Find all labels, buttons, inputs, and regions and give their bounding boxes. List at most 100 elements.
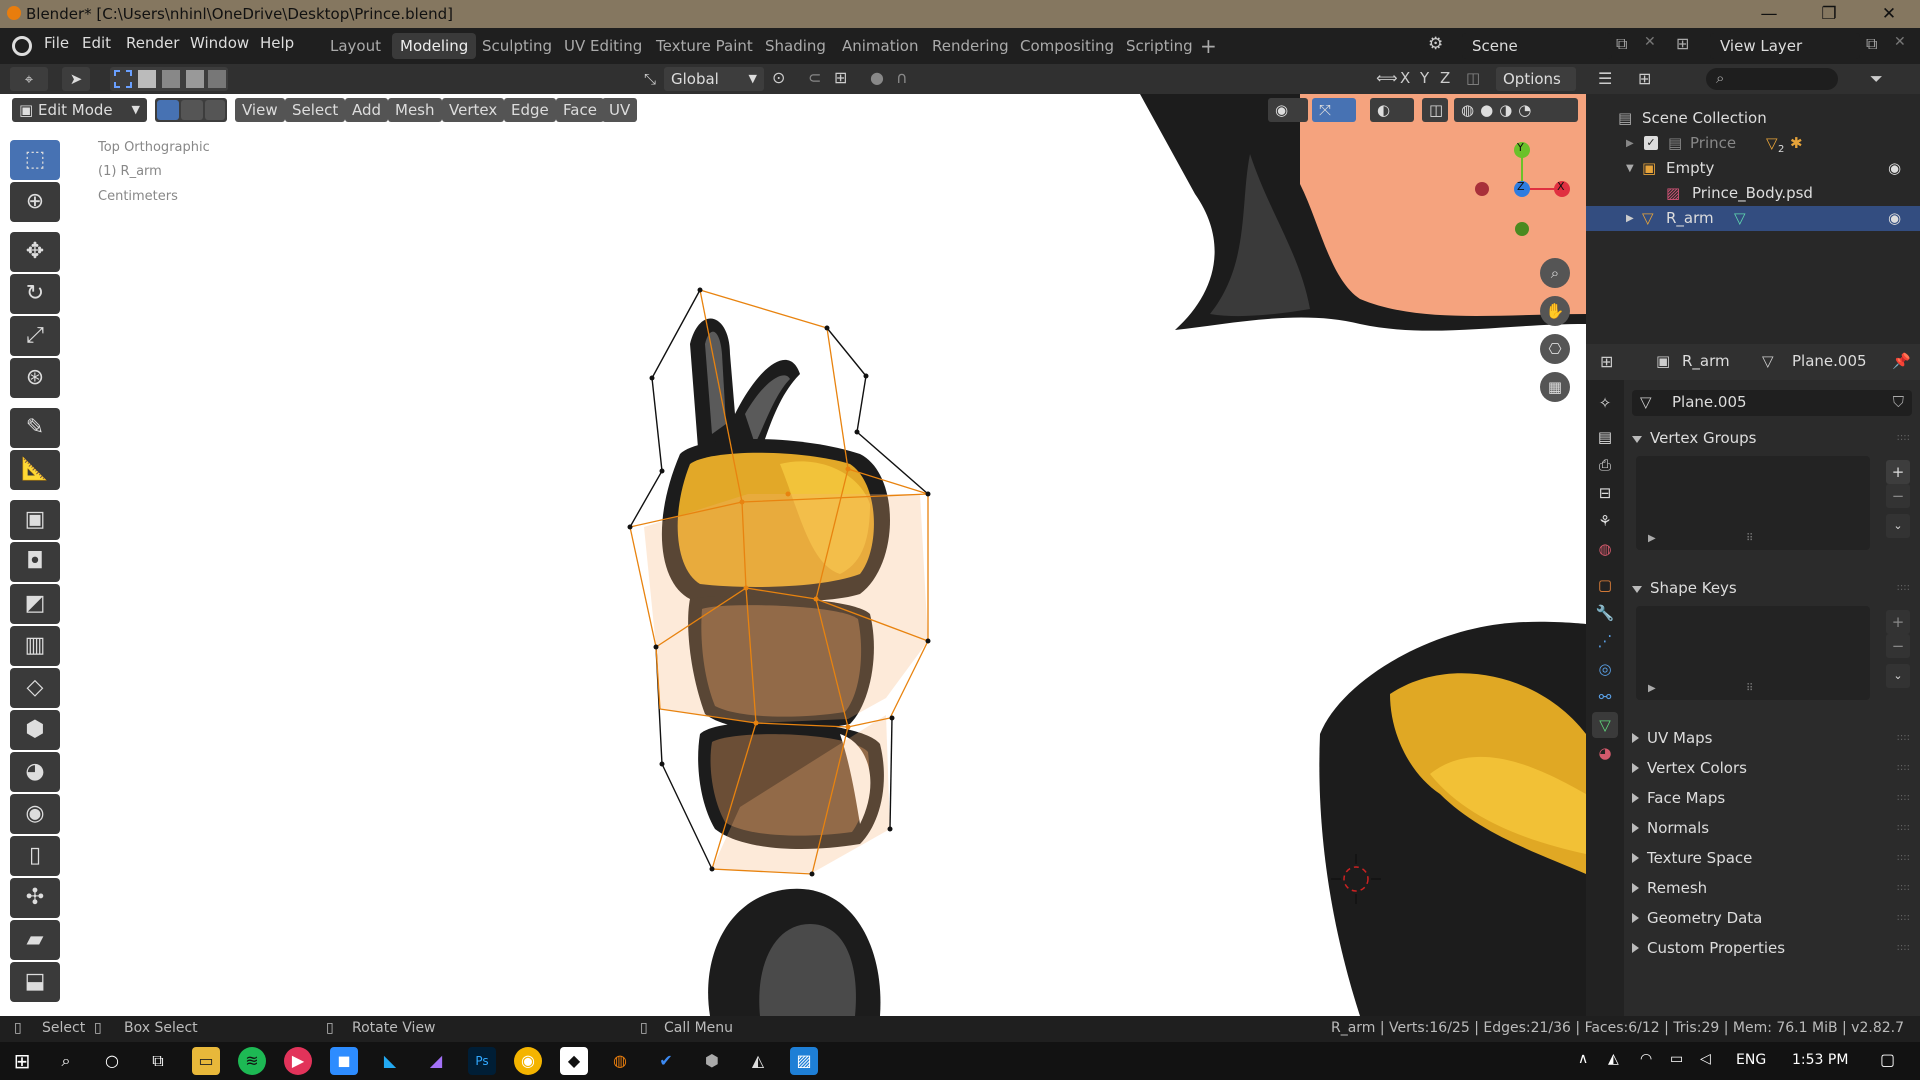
menu-render[interactable]: Render (126, 34, 179, 52)
move-tool-icon[interactable]: ✥ (10, 232, 60, 272)
menu-face[interactable]: Face (556, 98, 604, 122)
mesh-datablock-selector[interactable]: ▽ Plane.005 ⛉ (1632, 390, 1912, 416)
remove-view-layer-icon[interactable]: ✕ (1894, 34, 1906, 50)
menu-file[interactable]: File (44, 34, 69, 52)
panel-vertex-groups-header[interactable]: Vertex Groups:::: (1632, 424, 1916, 452)
edge-slide-tool-icon[interactable]: ▯ (10, 836, 60, 876)
minimize-button[interactable]: — (1746, 0, 1792, 28)
maximize-button[interactable]: ❐ (1806, 0, 1852, 28)
particles-tab-icon[interactable]: ⋰ (1592, 628, 1618, 654)
tab-shading[interactable]: Shading (757, 33, 834, 59)
smooth-tool-icon[interactable]: ◉ (10, 794, 60, 834)
render-tab-icon[interactable]: ▤ (1592, 424, 1618, 450)
pan-hand-icon[interactable]: ✋ (1540, 296, 1570, 326)
scene-name-field[interactable]: Scene (1462, 33, 1612, 59)
tab-scripting[interactable]: Scripting (1118, 33, 1201, 59)
file-explorer-icon[interactable]: ▭ (192, 1047, 220, 1075)
spin-tool-icon[interactable]: ◕ (10, 752, 60, 792)
transform-tool-icon[interactable]: ⊛ (10, 358, 60, 398)
panel-custom-properties-header[interactable]: Custom Properties:::: (1632, 934, 1916, 962)
new-scene-icon[interactable]: ⧉ (1616, 34, 1627, 54)
visibility-eye-icon[interactable]: ◉ (1888, 206, 1901, 231)
pin-icon[interactable]: 📌 (1892, 352, 1911, 370)
photoshop-icon[interactable]: Ps (468, 1047, 496, 1075)
drag-handle-icon[interactable]: :::: (1897, 424, 1910, 452)
visibility-eye-icon[interactable]: ◉ (1888, 156, 1901, 181)
add-workspace-icon[interactable]: + (1200, 34, 1217, 58)
select-new-icon[interactable] (114, 70, 132, 88)
drag-handle-icon[interactable]: :::: (1897, 754, 1910, 782)
windows-start-icon[interactable]: ⊞ (8, 1047, 36, 1075)
shading-modes[interactable]: ◍●◑◔ (1454, 98, 1578, 122)
panel-shape-keys-header[interactable]: Shape Keys:::: (1632, 574, 1916, 602)
extrude-tool-icon[interactable]: ▣ (10, 500, 60, 540)
tool-tab-icon[interactable]: ✧ (1592, 390, 1618, 416)
tab-sculpting[interactable]: Sculpting (474, 33, 560, 59)
mesh-browse-icon[interactable]: ▽ (1640, 393, 1652, 411)
face-select-icon[interactable] (205, 100, 225, 120)
shape-keys-list[interactable]: ▶ ⠿ (1636, 606, 1870, 700)
visibility-toggle-icon[interactable]: ◉ (1268, 98, 1308, 122)
outliner-row-r-arm[interactable]: ▶ ▽ R_arm ▽ ◉ (1586, 206, 1920, 231)
tab-compositing[interactable]: Compositing (1012, 33, 1122, 59)
transform-orientation-dropdown[interactable]: Global ▼ (664, 67, 764, 91)
outliner-row-scene-collection[interactable]: ▤ Scene Collection (1586, 106, 1920, 131)
menu-view[interactable]: View (235, 98, 285, 122)
expand-arrow-icon[interactable]: ▶ (1626, 131, 1634, 156)
xray-toggle-icon[interactable]: ◫ (1422, 98, 1448, 122)
overlay-toggle-icon[interactable]: ◐ (1370, 98, 1414, 122)
physics-tab-icon[interactable]: ◎ (1592, 656, 1618, 682)
chrome-icon[interactable]: ◉ (514, 1047, 542, 1075)
search-icon[interactable]: ⌕ (52, 1047, 80, 1075)
media-player-icon[interactable]: ▶ (284, 1047, 312, 1075)
pivot-point-icon[interactable]: ⊙ (772, 68, 785, 87)
properties-editor-icon[interactable]: ⊞ (1600, 352, 1613, 371)
mode-dropdown[interactable]: ▣ Edit Mode ▼ (12, 98, 147, 122)
select-subtract-icon[interactable] (162, 70, 180, 88)
shape-key-menu-icon[interactable]: ⌄ (1886, 664, 1910, 688)
menu-vertex[interactable]: Vertex (442, 98, 505, 122)
loop-cut-tool-icon[interactable]: ▥ (10, 626, 60, 666)
drag-handle-icon[interactable]: :::: (1897, 574, 1910, 602)
mirror-y-toggle[interactable]: Y (1420, 69, 1429, 87)
tab-animation[interactable]: Animation (834, 33, 926, 59)
select-mode-group[interactable] (110, 67, 228, 91)
select-box-tool-icon[interactable]: ⬚ (10, 140, 60, 180)
view-layer-tab-icon[interactable]: ⊟ (1592, 480, 1618, 506)
remove-vertex-group-button[interactable]: − (1886, 484, 1910, 508)
visual-studio-icon[interactable]: ◢ (422, 1047, 450, 1075)
tab-rendering[interactable]: Rendering (924, 33, 1017, 59)
rip-tool-icon[interactable]: ⬓ (10, 962, 60, 1002)
tab-layout[interactable]: Layout (322, 33, 389, 59)
outliner-row-prince[interactable]: ▶ ✓ ▤ Prince ▽ 2 ✱ (1586, 131, 1920, 156)
data-tab-icon[interactable]: ▽ (1592, 712, 1618, 738)
tray-expand-icon[interactable]: ∧ (1578, 1051, 1588, 1067)
outliner-row-empty[interactable]: ▼ ▣ Empty ◉ (1586, 156, 1920, 181)
material-tab-icon[interactable]: ◕ (1592, 740, 1618, 766)
task-view-icon[interactable]: ⧉ (144, 1047, 172, 1075)
inset-tool-icon[interactable]: ◘ (10, 542, 60, 582)
photos-icon[interactable]: ▨ (790, 1047, 818, 1075)
zoom-icon[interactable]: ⌕ (1540, 258, 1570, 288)
volume-icon[interactable]: ◁ (1700, 1051, 1711, 1067)
language-indicator[interactable]: ENG (1736, 1052, 1766, 1068)
proportional-edit-icon[interactable]: ● (870, 68, 884, 87)
select-intersect-icon[interactable] (208, 70, 226, 88)
todo-icon[interactable]: ✔ (652, 1047, 680, 1075)
3d-viewport[interactable]: ▣ Edit Mode ▼ View Select Add Mesh Vertex… (0, 94, 1586, 1016)
menu-add[interactable]: Add (345, 98, 389, 122)
network-icon[interactable]: ◠ (1640, 1051, 1652, 1067)
panel-normals-header[interactable]: Normals:::: (1632, 814, 1916, 842)
menu-mesh[interactable]: Mesh (388, 98, 442, 122)
panel-face-maps-header[interactable]: Face Maps:::: (1632, 784, 1916, 812)
display-mode-icon[interactable]: ⊞ (1638, 69, 1651, 88)
object-tab-icon[interactable]: ▢ (1592, 572, 1618, 598)
blender-taskbar-icon[interactable]: ◍ (606, 1047, 634, 1075)
shrink-fatten-tool-icon[interactable]: ✣ (10, 878, 60, 918)
knife-tool-icon[interactable]: ◇ (10, 668, 60, 708)
drag-handle-icon[interactable]: :::: (1897, 904, 1910, 932)
snap-icon[interactable]: ⊂ (808, 68, 821, 87)
measure-tool-icon[interactable]: 📐 (10, 450, 60, 490)
drag-handle-icon[interactable]: :::: (1897, 874, 1910, 902)
battery-icon[interactable]: ▭ (1670, 1051, 1683, 1067)
